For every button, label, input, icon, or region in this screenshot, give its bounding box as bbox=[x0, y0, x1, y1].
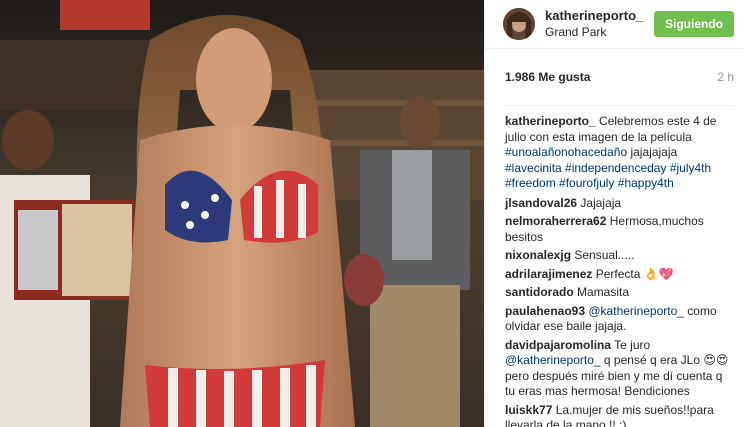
comment-text-lead: Te juro bbox=[614, 337, 651, 352]
post-author: katherineporto_ Grand Park bbox=[545, 8, 654, 40]
caption: katherineporto_ Celebremos este 4 de jul… bbox=[505, 114, 734, 192]
comment-item: jlsandoval26 Jajajaja bbox=[505, 196, 734, 212]
comment-item: paulahenao93 @katherineporto_ como olvid… bbox=[505, 304, 734, 335]
comment-text: Jajajaja bbox=[580, 195, 622, 210]
comment-username[interactable]: adrilarajimenez bbox=[505, 267, 592, 281]
mention-link[interactable]: @katherineporto_ bbox=[505, 353, 601, 367]
post-header: katherineporto_ Grand Park Siguiendo bbox=[485, 0, 744, 49]
comment-text: Mamasita bbox=[577, 285, 630, 299]
comment-item: luiskk77 La.mujer de mis sueños!!para ll… bbox=[505, 403, 734, 427]
post-age[interactable]: 2 h bbox=[717, 70, 734, 84]
hashtag[interactable]: #independenceday bbox=[565, 161, 666, 175]
post-stats: 1.986 Me gusta 2 h bbox=[505, 49, 734, 106]
post-photo[interactable] bbox=[0, 0, 484, 427]
comment-text: Perfecta 👌💖 bbox=[595, 266, 674, 281]
hashtag[interactable]: #july4th bbox=[670, 161, 711, 175]
comment-text: Sensual..... bbox=[574, 248, 635, 262]
comment-item: santidorado Mamasita bbox=[505, 285, 734, 301]
comment-username[interactable]: nelmoraherrera62 bbox=[505, 214, 606, 228]
comment-username[interactable]: paulahenao93 bbox=[505, 304, 585, 318]
comment-item: nixonalexjg Sensual..... bbox=[505, 248, 734, 264]
likes-count[interactable]: 1.986 Me gusta bbox=[505, 70, 590, 84]
author-username[interactable]: katherineporto_ bbox=[545, 8, 654, 24]
post-image bbox=[0, 0, 484, 427]
hashtag[interactable]: #happy4th bbox=[618, 176, 674, 190]
hashtag[interactable]: #fourofjuly bbox=[559, 176, 614, 190]
post-sidebar: katherineporto_ Grand Park Siguiendo 1.9… bbox=[484, 0, 744, 427]
mention-link[interactable]: @katherineporto_ bbox=[588, 304, 684, 318]
comment-item: davidpajaromolina Te juro @katherineport… bbox=[505, 338, 734, 400]
comment-username[interactable]: jlsandoval26 bbox=[505, 196, 577, 210]
comment-item: nelmoraherrera62 Hermosa,muchos besitos bbox=[505, 214, 734, 245]
hashtag[interactable]: #freedom bbox=[505, 176, 556, 190]
comment-item: adrilarajimenez Perfecta 👌💖 bbox=[505, 267, 734, 283]
comments-list: katherineporto_ Celebremos este 4 de jul… bbox=[485, 106, 744, 427]
comment-username[interactable]: luiskk77 bbox=[505, 403, 552, 417]
hashtag[interactable]: #lavecinita bbox=[505, 161, 562, 175]
caption-username[interactable]: katherineporto_ bbox=[505, 114, 596, 128]
avatar[interactable] bbox=[503, 8, 535, 40]
caption-word: jajajajaja bbox=[630, 145, 678, 159]
following-button[interactable]: Siguiendo bbox=[654, 11, 734, 37]
hashtag[interactable]: #unoalañonohacedaño bbox=[505, 145, 627, 159]
comment-username[interactable]: santidorado bbox=[505, 285, 574, 299]
post-location[interactable]: Grand Park bbox=[545, 24, 654, 40]
comment-username[interactable]: nixonalexjg bbox=[505, 248, 571, 262]
comment-username[interactable]: davidpajaromolina bbox=[505, 338, 611, 352]
